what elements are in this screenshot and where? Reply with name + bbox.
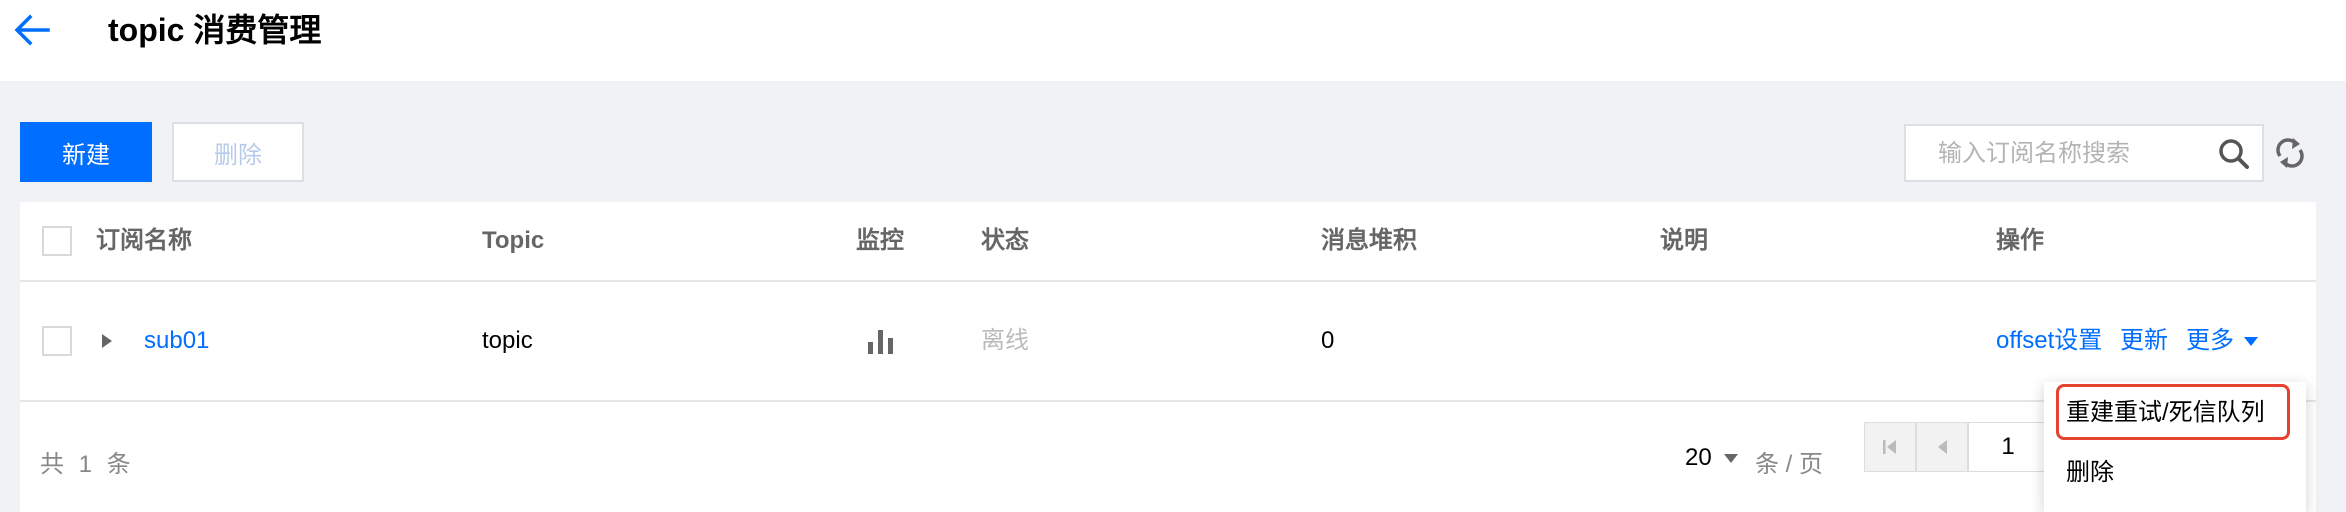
prev-page-icon — [1938, 440, 1947, 454]
page-size-value: 20 — [1685, 444, 1712, 471]
delete-button[interactable]: 删除 — [172, 122, 304, 182]
prev-page-button[interactable] — [1916, 422, 1968, 472]
more-dropdown-toggle[interactable]: 更多 — [2186, 326, 2258, 356]
status-cell: 离线 — [981, 327, 1029, 354]
menu-item-rebuild-queue[interactable]: 重建重试/死信队列 — [2066, 398, 2265, 428]
total-count: 共 1 条 — [40, 451, 135, 478]
bar-chart-icon[interactable] — [866, 326, 896, 356]
offset-settings-link[interactable]: offset设置 — [1996, 326, 2102, 356]
back-arrow-icon[interactable] — [14, 14, 50, 46]
first-page-button[interactable] — [1864, 422, 1916, 472]
column-header-description: 说明 — [1660, 227, 1708, 254]
page-title: topic 消费管理 — [108, 12, 322, 48]
subscription-table: 订阅名称 Topic 监控 状态 消息堆积 说明 操作 sub01 topic … — [20, 202, 2316, 512]
expand-caret-icon[interactable] — [100, 332, 114, 350]
more-caret-icon — [2244, 337, 2258, 347]
column-header-backlog: 消息堆积 — [1321, 227, 1417, 254]
menu-item-delete[interactable]: 删除 — [2066, 458, 2114, 488]
table-row: sub01 topic 离线 0 offset设置 更新 更多 — [20, 282, 2316, 402]
search-box — [1904, 124, 2264, 182]
more-dropdown-menu: 重建重试/死信队列 删除 — [2044, 382, 2306, 512]
subscription-name-link[interactable]: sub01 — [144, 326, 209, 356]
page-size-select[interactable]: 20 — [1685, 444, 1738, 472]
column-header-actions: 操作 — [1996, 227, 2044, 254]
column-header-topic: Topic — [482, 227, 545, 254]
backlog-cell: 0 — [1321, 327, 1335, 354]
create-button[interactable]: 新建 — [20, 122, 152, 182]
current-page-input[interactable]: 1 — [1968, 422, 2048, 472]
search-icon[interactable] — [2218, 138, 2250, 170]
column-header-name: 订阅名称 — [96, 227, 192, 254]
select-all-checkbox[interactable] — [42, 226, 72, 256]
row-checkbox[interactable] — [42, 326, 72, 356]
table-header: 订阅名称 Topic 监控 状态 消息堆积 说明 操作 — [20, 202, 2316, 282]
refresh-icon[interactable] — [2274, 136, 2306, 170]
more-label: 更多 — [2186, 327, 2234, 354]
column-header-status: 状态 — [981, 227, 1029, 254]
update-link[interactable]: 更新 — [2120, 326, 2168, 356]
table-footer: 共 1 条 20 条 / 页 1 — [20, 402, 2316, 512]
topic-cell: topic — [482, 327, 533, 354]
column-header-monitor: 监控 — [856, 227, 904, 254]
pagination: 1 — [1864, 422, 2048, 474]
page-size-caret-icon — [1723, 453, 1738, 463]
page-size-unit: 条 / 页 — [1755, 451, 1824, 478]
search-input[interactable] — [1936, 126, 2200, 182]
page-header: topic 消费管理 — [0, 0, 2346, 81]
first-page-icon — [1883, 440, 1896, 454]
